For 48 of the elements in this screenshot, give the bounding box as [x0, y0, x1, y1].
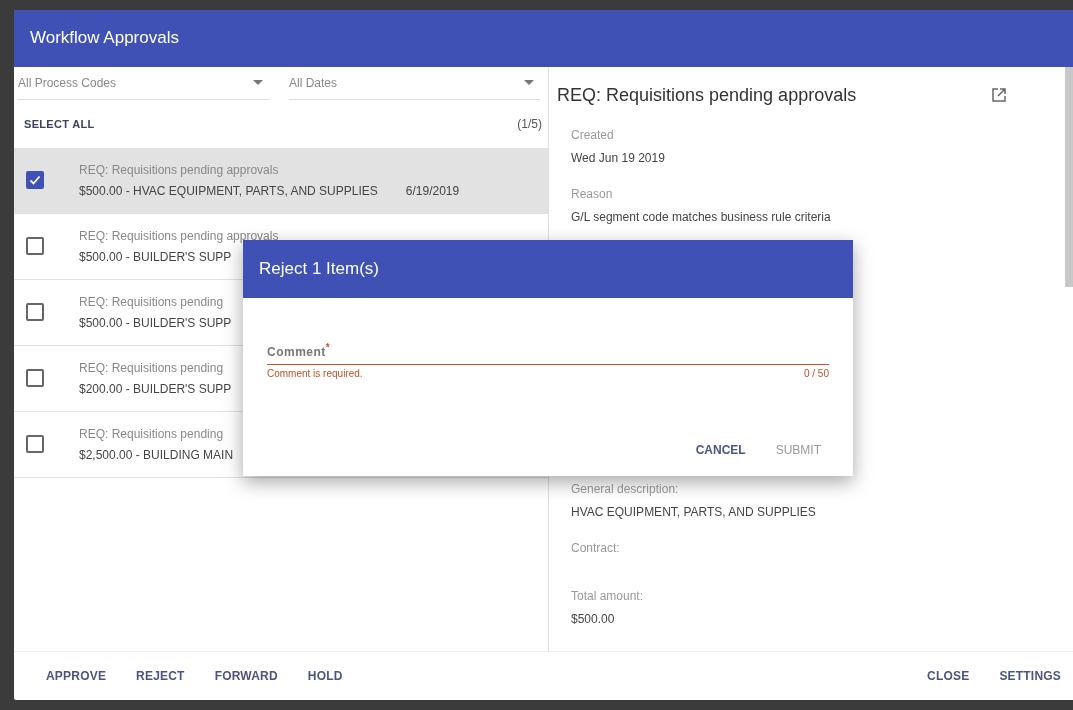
item-title: REQ: Requisitions pending: [79, 294, 225, 309]
caret-icon: [524, 80, 534, 86]
error-message: Comment is required.: [267, 368, 363, 379]
field-label: Reason: [571, 186, 614, 201]
item-title: REQ: Requisitions pending approvals: [79, 228, 279, 243]
field-value: HVAC EQUIPMENT, PARTS, AND SUPPLIES: [571, 504, 817, 519]
checkbox[interactable]: [26, 435, 44, 454]
select-all-button[interactable]: SELECT ALL: [24, 117, 95, 130]
list-item[interactable]: REQ: Requisitions pending approvals $500.00 - HVAC EQUIPMENT, PARTS, AND SUPPLIES 6/19/2019: [14, 147, 548, 214]
checkbox[interactable]: [26, 303, 44, 322]
item-amount: $200.00 - BUILDER'S SUPP: [79, 381, 232, 396]
field-label: Created: [571, 127, 615, 142]
dialog-button[interactable]: CANCEL: [687, 437, 754, 463]
dialog-title: Reject 1 Item(s): [259, 259, 379, 279]
footer-button[interactable]: APPROVE: [34, 661, 119, 692]
field-label: General description:: [571, 481, 680, 496]
footer-button[interactable]: CLOSE: [915, 661, 982, 692]
character-counter: 0 / 50: [803, 368, 829, 379]
open-external-icon[interactable]: [991, 87, 1007, 104]
footer-button[interactable]: SETTINGS: [987, 661, 1073, 692]
checkbox[interactable]: [26, 237, 44, 256]
caret-icon: [253, 80, 263, 86]
comment-field[interactable]: Comment$^{*}$: [267, 342, 829, 365]
filter-dropdown[interactable]: All Process Codes: [18, 66, 269, 100]
field-label: Contract:: [571, 540, 621, 555]
item-amount: $500.00 - HVAC EQUIPMENT, PARTS, AND SUPPLIES: [79, 183, 378, 198]
checkbox[interactable]: [26, 171, 44, 190]
item-title: REQ: Requisitions pending approvals: [79, 162, 280, 177]
detail-title: REQ: Requisitions pending approvals: [557, 84, 857, 106]
item-date: 6/19/2019: [405, 183, 460, 198]
footer-button[interactable]: FORWARD: [202, 661, 290, 692]
item-title: REQ: Requisitions pending: [79, 426, 225, 441]
footer-button[interactable]: HOLD: [295, 661, 355, 692]
item-amount: $500.00 - BUILDER'S SUPP: [79, 315, 232, 330]
item-title: REQ: Requisitions pending: [79, 360, 225, 375]
field-value: $500.00: [571, 611, 616, 626]
item-amount: $500.00 - BUILDER'S SUPP: [79, 249, 232, 264]
field-value: G/L segment code matches business rule criteria: [571, 209, 832, 224]
field-value: Wed Jun 19 2019: [571, 150, 666, 165]
checkbox[interactable]: [26, 369, 44, 388]
scrollbar[interactable]: [1065, 66, 1073, 287]
filter-dropdown[interactable]: All Dates: [289, 66, 540, 100]
selection-count: (1/5): [517, 116, 542, 131]
field-label: Total amount:: [571, 588, 645, 603]
window-title: Workflow Approvals: [30, 28, 179, 49]
checkmark-icon: [28, 173, 42, 188]
item-amount: $2,500.00 - BUILDING MAIN: [79, 447, 234, 462]
footer-button[interactable]: REJECT: [124, 661, 197, 692]
